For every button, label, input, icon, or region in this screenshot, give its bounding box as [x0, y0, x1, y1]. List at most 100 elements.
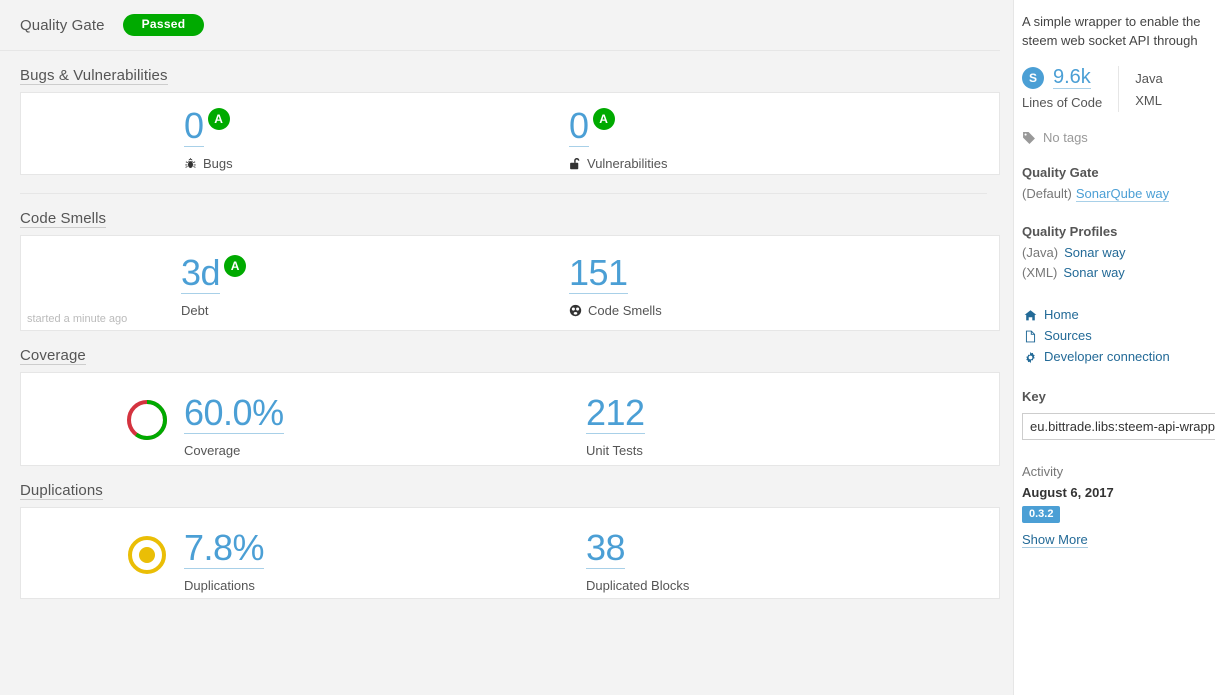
bugs-rating-badge[interactable]: A: [207, 108, 230, 130]
card-bugs-vulnerabilities: 0 A Bugs 0 A Vulnerabilities: [20, 92, 1000, 175]
bugs-label: Bugs: [203, 156, 233, 171]
activity-block: Activity August 6, 2017 0.3.2 Show More: [1022, 464, 1215, 548]
measure-bugs: 0 A Bugs: [184, 107, 233, 171]
activity-heading: Activity: [1022, 464, 1064, 479]
lines-of-code-value[interactable]: 9.6k: [1053, 66, 1091, 89]
coverage-value-link[interactable]: 60.0%: [184, 394, 284, 434]
unit-tests-label-row: Unit Tests: [586, 443, 645, 458]
quality-gate-default-label: (Default): [1022, 186, 1072, 201]
section-title-coverage: Coverage: [20, 347, 86, 365]
home-icon: [1022, 309, 1038, 322]
quality-gate-value-row: (Default) SonarQube way: [1022, 184, 1215, 204]
code-smells-value-link[interactable]: 151: [569, 254, 628, 294]
activity-version-badge[interactable]: 0.3.2: [1022, 506, 1061, 523]
code-smell-icon: [569, 304, 582, 317]
vulnerabilities-value-link[interactable]: 0: [569, 107, 589, 147]
duplicated-blocks-label-row: Duplicated Blocks: [586, 578, 689, 593]
project-link-home-label: Home: [1044, 307, 1079, 322]
quality-profile-link-java[interactable]: Sonar way: [1064, 245, 1125, 260]
open-lock-icon: [569, 157, 581, 170]
quality-gate-row: Quality Gate Passed: [0, 0, 1000, 51]
project-key-heading: Key: [1022, 389, 1046, 404]
bugs-label-row: Bugs: [184, 156, 233, 171]
language-item-java: Java: [1135, 71, 1163, 86]
code-smells-label-row: Code Smells: [569, 303, 662, 318]
measure-vulnerabilities: 0 A Vulnerabilities: [569, 107, 667, 171]
bug-icon: [184, 157, 197, 170]
duplications-donut-chart: [124, 532, 170, 593]
quality-gate-status-badge[interactable]: Passed: [122, 14, 205, 36]
debt-label-row: Debt: [181, 303, 246, 318]
language-item-xml: XML: [1135, 93, 1162, 108]
measure-unit-tests: 212 Unit Tests: [586, 394, 645, 458]
section-title-bugs: Bugs & Vulnerabilities: [20, 67, 168, 85]
code-smells-label: Code Smells: [588, 303, 662, 318]
quality-profiles-heading: Quality Profiles: [1022, 224, 1118, 239]
measure-duplications: 7.8% Duplications: [124, 529, 265, 593]
project-link-sources-label: Sources: [1044, 328, 1092, 343]
vulnerabilities-rating-badge[interactable]: A: [592, 108, 615, 130]
section-code-smells: Code Smells 3d A Debt 151 Code Smells st…: [0, 194, 1000, 331]
measure-coverage: 60.0% Coverage: [124, 394, 284, 458]
coverage-donut-chart: [124, 397, 170, 458]
bottom-strip: [0, 662, 1013, 695]
section-bugs-vulnerabilities: Bugs & Vulnerabilities 0 A Bugs 0 A Vuln…: [0, 51, 1000, 194]
project-description-line-1: A simple wrapper to enable the: [1022, 14, 1201, 29]
lines-of-code-label: Lines of Code: [1022, 95, 1103, 110]
debt-value-link[interactable]: 3d: [181, 254, 221, 294]
measure-debt: 3d A Debt: [181, 254, 247, 318]
project-key-block: Key: [1022, 389, 1215, 440]
card-coverage: 60.0% Coverage 212 Unit Tests: [20, 372, 1000, 466]
quality-gate-label: Quality Gate: [20, 16, 105, 34]
lines-of-code-block: S 9.6k Lines of Code: [1022, 66, 1120, 112]
measure-duplicated-blocks: 38 Duplicated Blocks: [586, 529, 689, 593]
vulnerabilities-label-row: Vulnerabilities: [569, 156, 667, 171]
analysis-timestamp: started a minute ago: [27, 313, 128, 325]
unit-tests-value-link[interactable]: 212: [586, 394, 645, 434]
project-key-input[interactable]: [1022, 413, 1215, 440]
card-code-smells: 3d A Debt 151 Code Smells started a minu…: [20, 235, 1000, 331]
duplicated-blocks-label: Duplicated Blocks: [586, 578, 690, 593]
quality-gate-block: Quality Gate (Default) SonarQube way: [1022, 165, 1215, 204]
quality-profile-lang-java: (Java): [1022, 245, 1059, 260]
vulnerabilities-label: Vulnerabilities: [587, 156, 668, 171]
main-content: Quality Gate Passed Bugs & Vulnerabiliti…: [0, 0, 1013, 695]
project-link-sources[interactable]: Sources: [1022, 326, 1215, 346]
project-links-block: Home Sources Developer connection: [1022, 305, 1215, 367]
tags-text: No tags: [1043, 130, 1088, 145]
coverage-label-row: Coverage: [184, 443, 284, 458]
project-link-developer-connection-label: Developer connection: [1044, 349, 1170, 364]
section-title-code-smells: Code Smells: [20, 210, 107, 228]
quality-profile-row-xml: (XML) Sonar way: [1022, 263, 1215, 283]
section-title-duplications: Duplications: [20, 482, 103, 500]
bugs-value-link[interactable]: 0: [184, 107, 204, 147]
project-link-home[interactable]: Home: [1022, 305, 1215, 325]
duplications-label: Duplications: [184, 578, 255, 593]
project-overview-page: Quality Gate Passed Bugs & Vulnerabiliti…: [0, 0, 1215, 695]
duplicated-blocks-value-link[interactable]: 38: [586, 529, 626, 569]
debt-label: Debt: [181, 303, 209, 318]
show-more-link[interactable]: Show More: [1022, 532, 1088, 548]
project-description-line-2: steem web socket API through: [1022, 33, 1198, 48]
project-tags[interactable]: No tags: [1022, 130, 1215, 145]
duplications-value-link[interactable]: 7.8%: [184, 529, 265, 569]
quality-profile-link-xml[interactable]: Sonar way: [1063, 265, 1124, 280]
project-description: A simple wrapper to enable the steem web…: [1022, 12, 1215, 50]
project-meta-row: S 9.6k Lines of Code Java XML: [1022, 66, 1215, 112]
coverage-label: Coverage: [184, 443, 241, 458]
duplications-label-row: Duplications: [184, 578, 264, 593]
size-rating-badge[interactable]: S: [1022, 66, 1044, 89]
measure-code-smells: 151 Code Smells: [569, 254, 662, 318]
quality-profiles-block: Quality Profiles (Java) Sonar way (XML) So…: [1022, 224, 1215, 283]
quality-profile-lang-xml: (XML): [1022, 265, 1058, 280]
project-link-developer-connection[interactable]: Developer connection: [1022, 347, 1215, 367]
quality-gate-heading: Quality Gate: [1022, 165, 1099, 180]
tag-icon: [1022, 131, 1036, 145]
section-duplications: Duplications 7.8% Duplications 38 Duplic…: [0, 466, 1000, 599]
languages-block: Java XML: [1135, 66, 1176, 112]
unit-tests-label: Unit Tests: [586, 443, 643, 458]
debt-rating-badge[interactable]: A: [224, 255, 247, 277]
quality-gate-link[interactable]: SonarQube way: [1075, 186, 1170, 202]
activity-date: August 6, 2017: [1022, 485, 1114, 500]
quality-profile-row-java: (Java) Sonar way: [1022, 243, 1215, 263]
